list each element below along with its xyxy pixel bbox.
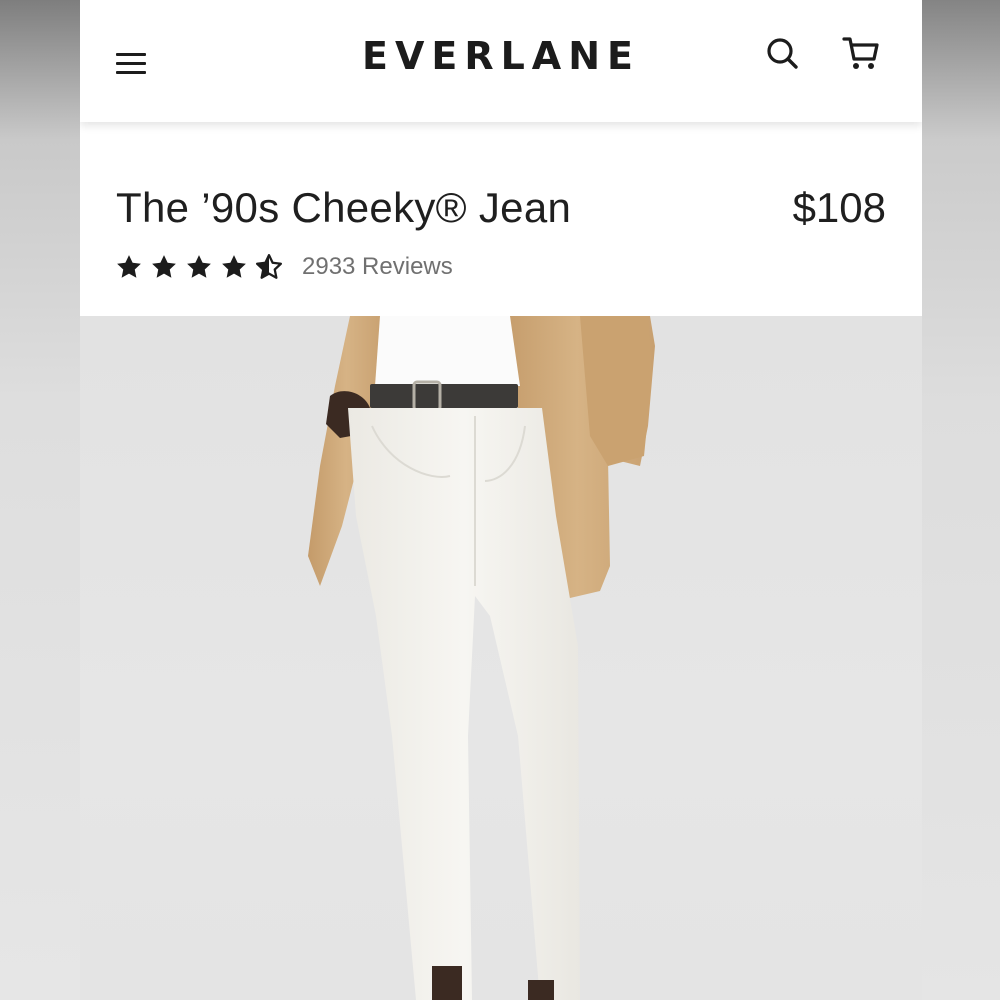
product-info: The ’90s Cheeky® Jean $108 2933 Reviews [80, 122, 922, 316]
product-rating[interactable]: 2933 Reviews [114, 252, 453, 282]
star-half-icon [256, 254, 282, 279]
product-title: The ’90s Cheeky® Jean [116, 184, 572, 231]
rating-stars [114, 252, 284, 282]
review-count-link[interactable]: 2933 Reviews [302, 253, 453, 281]
site-header: EVERLANE [80, 0, 922, 122]
blurred-backdrop-right [922, 0, 1000, 1000]
star-filled-icon [187, 255, 211, 278]
cart-icon [842, 37, 879, 69]
model-illustration [308, 316, 655, 1000]
star-filled-icon [222, 255, 246, 278]
star-filled-icon [152, 255, 176, 278]
search-icon [767, 38, 798, 69]
blurred-backdrop-left [0, 0, 80, 1000]
star-filled-icon [117, 255, 141, 278]
product-price: $108 [792, 184, 886, 231]
search-button[interactable] [764, 35, 802, 73]
product-photo[interactable] [80, 316, 922, 1000]
cart-button[interactable] [840, 33, 882, 75]
product-page: EVERLANE The ’90s Cheeky® Jean $108 2933… [80, 0, 922, 1000]
